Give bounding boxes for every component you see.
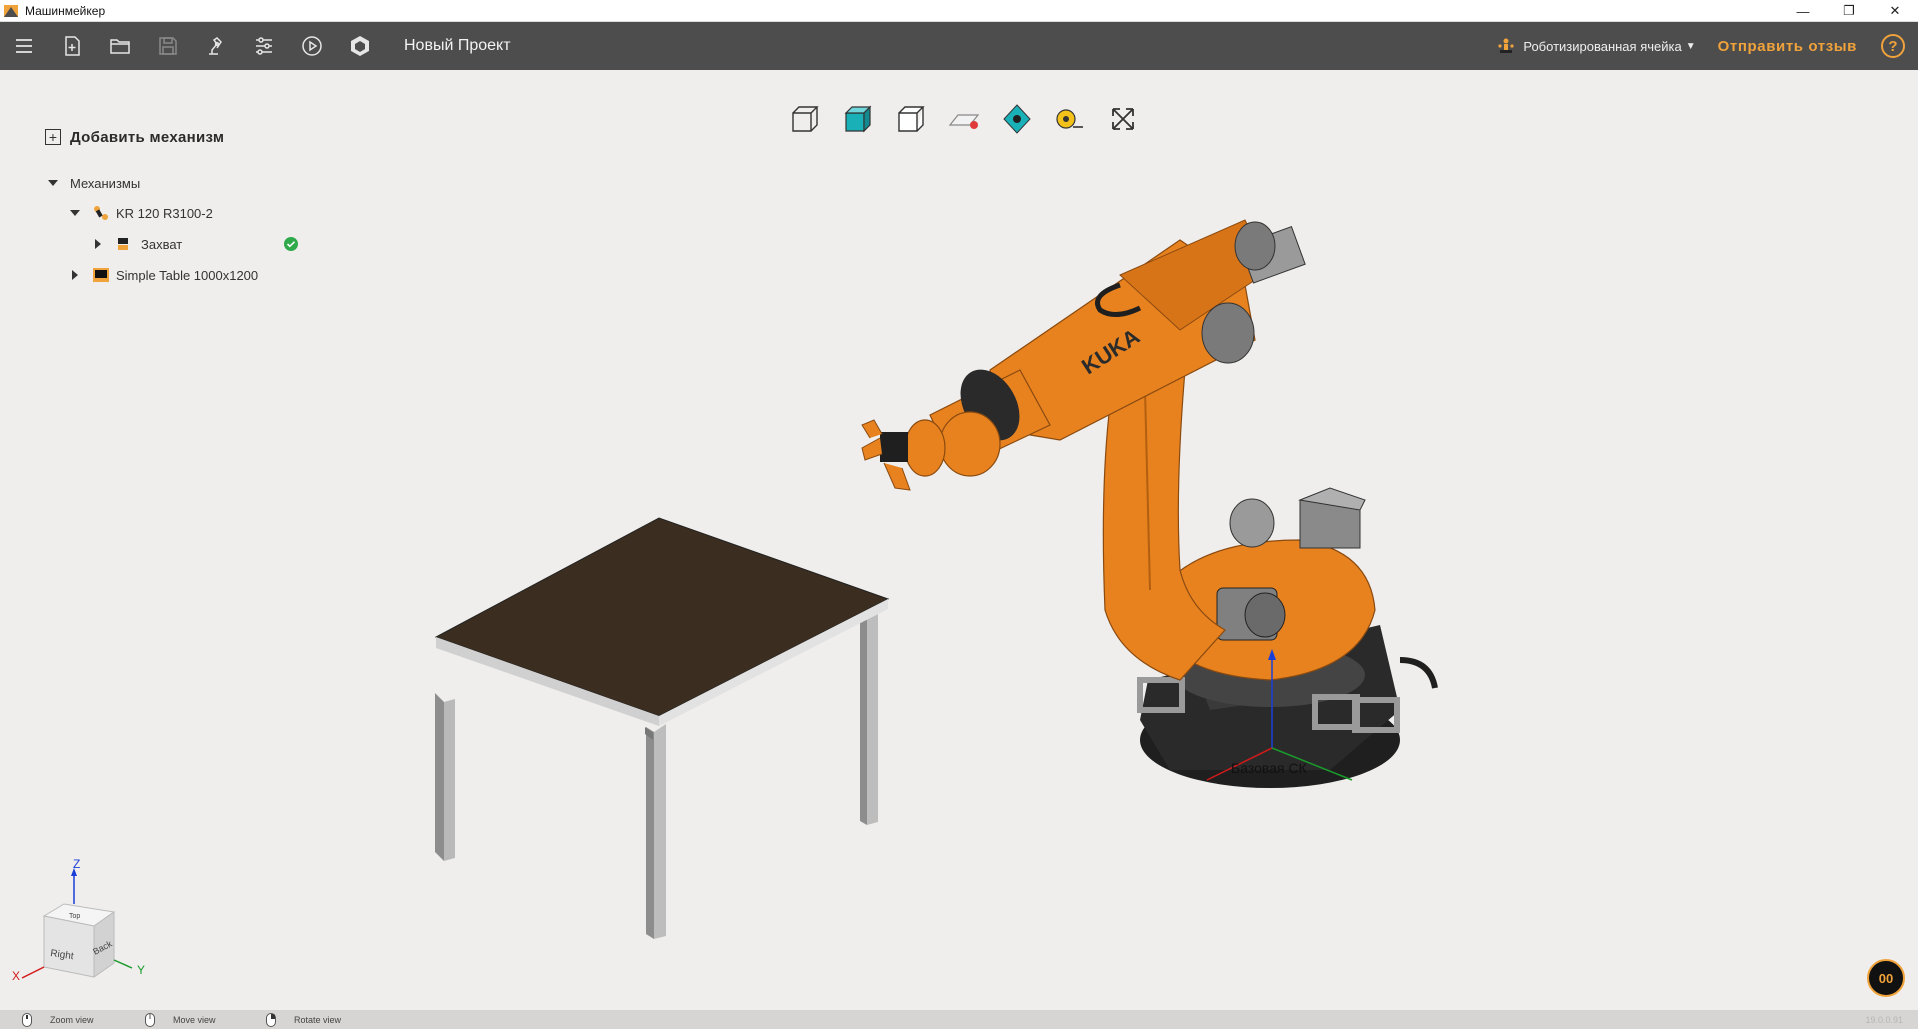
toolbar-right: Роботизированная ячейка ▼ Отправить отзы… [1497,22,1918,70]
tree-item-kr120[interactable]: KR 120 R3100-2 [70,202,213,224]
view-toolbar [778,100,1149,138]
mouse-right-icon [266,1012,276,1027]
frames-view-button[interactable] [990,100,1043,138]
table-icon [93,268,109,282]
mechanism-tree-panel: + Добавить механизм [40,122,340,152]
robot-kr120-model[interactable]: KUKA [861,219,1438,788]
base-frame-label: Базовая СК [1231,760,1308,776]
tree-item-table[interactable]: Simple Table 1000x1200 [70,264,258,286]
sliders-icon [256,37,272,55]
help-button[interactable]: ? [1881,34,1905,58]
add-mechanism-label: Добавить механизм [70,128,225,146]
shaded-view-button[interactable] [831,100,884,138]
zoom-hint-label: Zoom view [50,1014,94,1025]
tape-measure-icon [1055,109,1083,129]
fit-view-button[interactable] [1096,100,1149,138]
save-icon [159,37,177,55]
settings-button[interactable] [240,22,288,70]
title-bar: Машинмейкер — ❐ ✕ [0,0,1918,22]
axis-z-label: Z [73,857,80,871]
expand-arrows-icon [1111,108,1134,130]
section-plane-button[interactable] [937,100,990,138]
close-button[interactable]: ✕ [1872,0,1918,22]
play-button[interactable] [288,22,336,70]
tree-item-label: Simple Table 1000x1200 [116,267,259,283]
cube-export-icon [351,36,369,56]
tree-item-label: Захват [141,236,183,252]
tree-item-label: KR 120 R3100-2 [116,205,213,221]
robot-icon [94,206,108,220]
folder-icon [110,39,130,54]
main-toolbar: Новый Проект Роботизированная ячейка ▼ О… [0,22,1918,70]
axis-y-label: Y [137,963,145,977]
add-mechanism-button[interactable]: + Добавить механизм [45,122,340,152]
timer-indicator[interactable]: 00 [1867,959,1905,997]
export-button[interactable] [336,22,384,70]
maximize-button[interactable]: ❐ [1826,0,1872,22]
caret-right-icon[interactable] [70,270,80,280]
version-label: 19.0.0.91 [1865,1014,1903,1025]
robot-arm-icon [209,37,222,55]
view-cube-top-face[interactable]: Top [69,913,80,920]
mouse-middle-icon [145,1012,155,1027]
new-project-button[interactable] [48,22,96,70]
frames-diamond-icon [1002,104,1031,134]
hidden-line-cube-icon [897,106,925,132]
tree-root-label: Механизмы [70,175,141,191]
caret-down-icon[interactable] [48,178,58,188]
3d-viewport[interactable]: KUKA Базовая СК Right Back Top Z Y X [0,70,1918,1010]
chevron-down-icon: ▼ [1685,40,1696,52]
check-circle-icon [284,237,298,251]
save-button[interactable] [144,22,192,70]
hamburger-icon [16,39,32,53]
axis-x-label: X [12,969,20,983]
simple-table-model[interactable] [434,517,890,939]
hidden-line-view-button[interactable] [884,100,937,138]
new-file-icon [65,36,80,56]
cell-mode-label: Роботизированная ячейка [1523,38,1682,54]
play-circle-icon [302,36,322,56]
window-title: Машинмейкер [25,3,106,18]
open-project-button[interactable] [96,22,144,70]
minimize-button[interactable]: — [1780,0,1826,22]
shaded-cube-icon [844,105,871,133]
window-controls: — ❐ ✕ [1780,0,1918,22]
tree-item-gripper[interactable]: Захват [93,233,298,255]
mouse-wheel-icon [22,1012,32,1027]
section-plane-icon [948,114,979,129]
send-feedback-button[interactable]: Отправить отзыв [1718,38,1857,55]
plus-icon: + [45,129,61,145]
status-bar: Zoom view Move view Rotate view 19.0.0.9… [0,1010,1918,1029]
menu-button[interactable] [0,22,48,70]
tree-root-mechanisms[interactable]: Механизмы [48,172,140,194]
project-name[interactable]: Новый Проект [404,37,511,55]
rotate-hint: Rotate view [266,1012,342,1027]
app-logo-icon [4,4,18,17]
move-hint: Move view [145,1012,216,1027]
wireframe-cube-icon [791,106,819,132]
gripper-icon [118,238,128,250]
cell-mode-dropdown[interactable]: Роботизированная ячейка ▼ [1497,37,1696,55]
move-hint-label: Move view [173,1014,216,1025]
zoom-hint: Zoom view [22,1012,94,1027]
rotate-hint-label: Rotate view [294,1014,342,1025]
wireframe-view-button[interactable] [778,100,831,138]
view-cube[interactable]: Right Back Top Z Y X [12,857,145,983]
robot-library-button[interactable] [192,22,240,70]
caret-right-icon[interactable] [93,239,103,249]
caret-down-icon[interactable] [70,208,80,218]
measure-tool-button[interactable] [1043,100,1096,138]
robot-cell-icon [1498,38,1514,53]
